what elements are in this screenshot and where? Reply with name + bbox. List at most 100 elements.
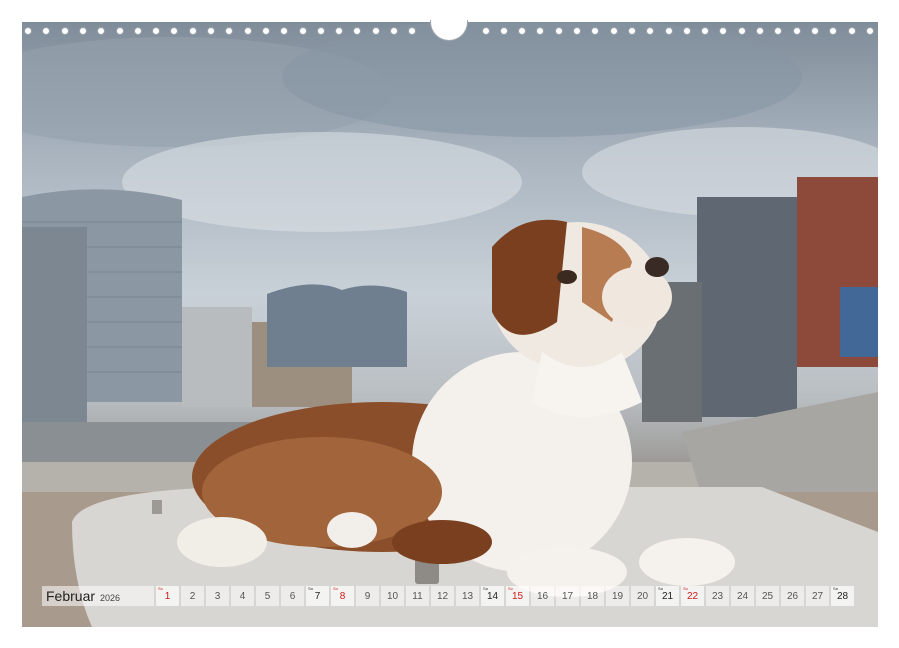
day-number: 20 <box>636 590 649 602</box>
binding-hole <box>152 27 161 35</box>
binding-hole <box>719 27 728 35</box>
binding-hole <box>609 27 618 35</box>
calendar-day: 17 <box>556 586 579 606</box>
calendar-day: 5 <box>256 586 279 606</box>
binding-hole <box>280 27 289 35</box>
binding-hole <box>298 27 307 35</box>
binding-hole <box>243 27 252 35</box>
calendar-day: Sa 7 <box>306 586 329 606</box>
binding-hole <box>774 27 783 35</box>
binding-hole <box>518 27 527 35</box>
binding-hole <box>829 27 838 35</box>
weekday-label: Sa <box>833 586 838 591</box>
day-number: 8 <box>339 590 346 602</box>
weekday-label: So <box>508 586 513 591</box>
calendar-day: Sa 21 <box>656 586 679 606</box>
binding-hole <box>756 27 764 35</box>
month-label: Februar 2026 <box>42 586 154 606</box>
calendar-day: 19 <box>606 586 629 606</box>
day-number: 7 <box>314 590 321 602</box>
binding-hole <box>170 27 179 35</box>
calendar-day: 27 <box>806 586 829 606</box>
day-number: 16 <box>536 590 549 602</box>
calendar-day: 26 <box>781 586 804 606</box>
day-number: 22 <box>686 590 699 602</box>
binding-hole <box>390 27 398 35</box>
calendar-day: 24 <box>731 586 754 606</box>
calendar-day: 12 <box>431 586 454 606</box>
binding-hole <box>664 27 673 35</box>
binding-hole <box>353 27 362 35</box>
day-number: 19 <box>611 590 624 602</box>
binding-hole <box>42 27 51 35</box>
binding-hole <box>536 27 545 35</box>
day-number: 28 <box>836 590 849 602</box>
binding-hole <box>316 27 325 35</box>
binding-hole <box>646 27 655 35</box>
binding-hole <box>115 27 124 35</box>
day-number: 12 <box>436 590 449 602</box>
binding-hole <box>371 27 380 35</box>
calendar-day: 10 <box>381 586 404 606</box>
calendar-day: 18 <box>581 586 604 606</box>
day-number: 24 <box>736 590 749 602</box>
day-number: 23 <box>711 590 724 602</box>
binding-hole <box>225 27 234 35</box>
weekday-label: So <box>333 586 338 591</box>
binding-hole <box>847 27 856 35</box>
month-name: Februar <box>46 588 96 604</box>
calendar-day: 9 <box>356 586 379 606</box>
day-number: 1 <box>164 590 171 602</box>
elbphilharmonie <box>267 284 407 367</box>
calendar-day: So 22 <box>681 586 704 606</box>
day-number: 2 <box>189 590 196 602</box>
day-number: 14 <box>486 590 499 602</box>
calendar-day: 23 <box>706 586 729 606</box>
calendar-day: 11 <box>406 586 429 606</box>
calendar-photo <box>22 22 878 627</box>
day-number: 11 <box>412 590 423 602</box>
binding-hole <box>682 27 691 35</box>
calendar-bar: Februar 2026 So 1 2 3 4 5 6 Sa 7 So 8 9 10 11 12 13 Sa 14… <box>42 586 858 606</box>
binding-hole <box>865 27 874 35</box>
year: 2026 <box>100 592 121 603</box>
binding-hole <box>261 27 270 35</box>
binding-hole <box>133 27 142 35</box>
binding-hole <box>792 27 801 35</box>
calendar-day: 25 <box>756 586 779 606</box>
day-number: 27 <box>811 590 824 602</box>
calendar-day: Sa 28 <box>831 586 854 606</box>
day-number: 15 <box>511 590 524 602</box>
weekday-label: Sa <box>483 586 488 591</box>
binding-hole <box>78 27 87 35</box>
weekday-label: So <box>683 586 688 591</box>
calendar-day: So 15 <box>506 586 529 606</box>
calendar-day: Sa 14 <box>481 586 504 606</box>
building-left <box>22 227 87 427</box>
weekday-label: Sa <box>658 586 663 591</box>
binding-hole <box>701 27 710 35</box>
calendar-day: 13 <box>456 586 479 606</box>
binding-hole <box>408 27 417 35</box>
binding-hole <box>207 27 215 35</box>
day-number: 21 <box>661 590 674 602</box>
binding-hole <box>481 27 490 35</box>
binding-hole <box>554 27 563 35</box>
day-number: 9 <box>364 590 371 602</box>
calendar-day: 6 <box>281 586 304 606</box>
calendar-day: 2 <box>181 586 204 606</box>
binding-hole <box>188 27 197 35</box>
binding-hole <box>97 27 106 35</box>
calendar-day: 4 <box>231 586 254 606</box>
day-number: 26 <box>786 590 799 602</box>
binding-hole <box>810 27 819 35</box>
calendar-day: So 1 <box>156 586 179 606</box>
day-number: 18 <box>586 590 599 602</box>
calendar-day: 20 <box>631 586 654 606</box>
binding-hole <box>499 27 508 35</box>
day-number: 13 <box>461 590 474 602</box>
calendar-day: 3 <box>206 586 229 606</box>
binding-hole <box>737 27 746 35</box>
weekday-label: So <box>158 586 163 591</box>
day-number: 17 <box>561 590 574 602</box>
